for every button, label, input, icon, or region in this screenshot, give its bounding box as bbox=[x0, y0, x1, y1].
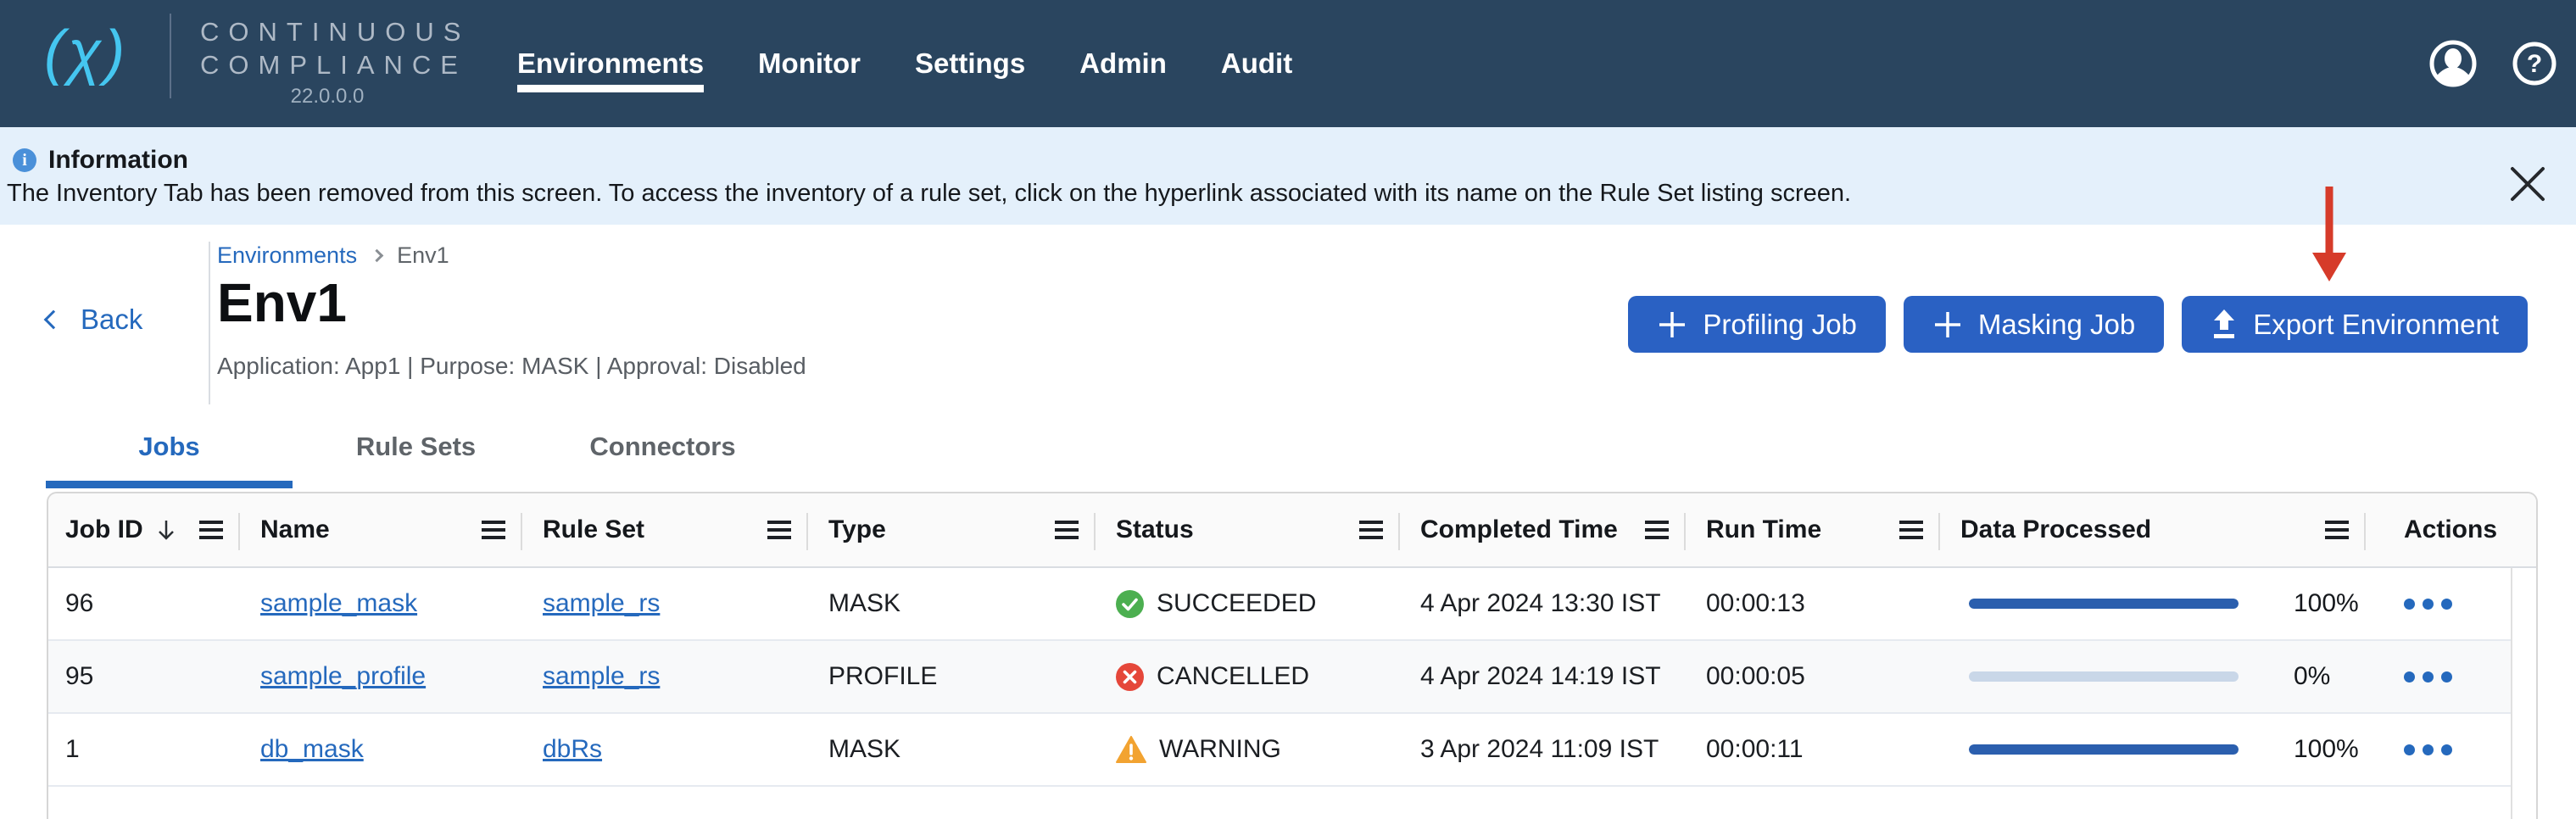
column-menu-icon[interactable] bbox=[2325, 521, 2349, 539]
job-name-link[interactable]: sample_profile bbox=[260, 662, 426, 691]
column-header-completed-time: Completed Time bbox=[1400, 493, 1686, 566]
nav-item-admin[interactable]: Admin bbox=[1079, 47, 1167, 80]
data-processed-bar bbox=[1969, 671, 2239, 682]
svg-text:?: ? bbox=[2527, 50, 2542, 78]
table-scrollbar[interactable] bbox=[2511, 568, 2536, 819]
job-type-cell: MASK bbox=[808, 735, 1096, 764]
banner-message: The Inventory Tab has been removed from … bbox=[7, 180, 1851, 208]
job-name-link[interactable]: sample_mask bbox=[260, 589, 417, 618]
status-warning-icon bbox=[1116, 736, 1146, 764]
user-icon[interactable] bbox=[2428, 39, 2478, 88]
information-banner: i Information The Inventory Tab has been… bbox=[0, 127, 2576, 225]
completed-time-cell: 4 Apr 2024 14:19 IST bbox=[1400, 662, 1686, 691]
page-subtitle: Application: App1 | Purpose: MASK | Appr… bbox=[217, 353, 806, 380]
rule-set-link[interactable]: dbRs bbox=[543, 735, 602, 764]
upload-icon bbox=[2211, 309, 2238, 340]
data-processed-bar bbox=[1969, 744, 2239, 755]
back-label: Back bbox=[81, 304, 142, 336]
main-nav: Environments Monitor Settings Admin Audi… bbox=[517, 0, 1292, 127]
table-header-row: Job ID Name Rule Set Type Status Co bbox=[48, 493, 2536, 568]
breadcrumb-current: Env1 bbox=[397, 242, 449, 269]
job-id-cell: 96 bbox=[48, 589, 240, 618]
tab-rule-sets[interactable]: Rule Sets bbox=[293, 420, 539, 488]
column-header-job-id: Job ID bbox=[48, 493, 240, 566]
app-version: 22.0.0.0 bbox=[200, 85, 454, 109]
status-label: CANCELLED bbox=[1157, 662, 1309, 691]
completed-time-cell: 4 Apr 2024 13:30 IST bbox=[1400, 589, 1686, 618]
banner-title: Information bbox=[48, 146, 188, 175]
column-menu-icon[interactable] bbox=[1645, 521, 1669, 539]
plus-icon bbox=[1657, 309, 1687, 340]
tab-connectors[interactable]: Connectors bbox=[539, 420, 786, 488]
app-logo: (χ) bbox=[44, 22, 128, 83]
rule-set-link[interactable]: sample_rs bbox=[543, 662, 660, 691]
row-actions-menu-icon[interactable] bbox=[2404, 599, 2452, 610]
export-environment-button[interactable]: Export Environment bbox=[2182, 296, 2528, 353]
table-row-job-95: 95 sample_profile sample_rs PROFILE CANC… bbox=[48, 641, 2511, 714]
job-name-link[interactable]: db_mask bbox=[260, 735, 364, 764]
job-id-cell: 95 bbox=[48, 662, 240, 691]
data-processed-percent: 100% bbox=[2294, 589, 2359, 618]
column-menu-icon[interactable] bbox=[767, 521, 791, 539]
status-succeeded-icon bbox=[1116, 590, 1144, 618]
chevron-right-icon bbox=[371, 249, 384, 263]
chevron-left-icon bbox=[44, 310, 64, 330]
completed-time-cell: 3 Apr 2024 11:09 IST bbox=[1400, 735, 1686, 764]
breadcrumb: Environments Env1 bbox=[217, 242, 449, 269]
row-actions-menu-icon[interactable] bbox=[2404, 744, 2452, 755]
run-time-cell: 00:00:05 bbox=[1686, 662, 1940, 691]
column-header-rule-set: Rule Set bbox=[522, 493, 808, 566]
status-label: WARNING bbox=[1159, 735, 1281, 764]
plus-icon bbox=[1932, 309, 1963, 340]
column-header-actions: Actions bbox=[2366, 493, 2536, 566]
help-icon[interactable]: ? bbox=[2512, 41, 2557, 86]
masking-job-button[interactable]: Masking Job bbox=[1904, 296, 2164, 353]
job-type-cell: PROFILE bbox=[808, 662, 1096, 691]
status-label: SUCCEEDED bbox=[1157, 589, 1316, 618]
table-row-job-1: 1 db_mask dbRs MASK WARNING 3 Apr 2024 1… bbox=[48, 714, 2511, 787]
profiling-job-button[interactable]: Profiling Job bbox=[1628, 296, 1886, 353]
column-menu-icon[interactable] bbox=[482, 521, 505, 539]
breadcrumb-environments-link[interactable]: Environments bbox=[217, 242, 357, 269]
top-navbar: (χ) CONTINUOUS COMPLIANCE 22.0.0.0 Envir… bbox=[0, 0, 2576, 127]
status-cancelled-icon bbox=[1116, 663, 1144, 691]
sort-descending-icon[interactable] bbox=[157, 518, 176, 542]
data-processed-percent: 100% bbox=[2294, 735, 2359, 764]
job-id-cell: 1 bbox=[48, 735, 240, 764]
app-wordmark: CONTINUOUS COMPLIANCE bbox=[200, 15, 470, 81]
run-time-cell: 00:00:11 bbox=[1686, 735, 1940, 764]
column-header-name: Name bbox=[240, 493, 522, 566]
close-icon[interactable] bbox=[2508, 164, 2547, 203]
nav-item-environments[interactable]: Environments bbox=[517, 47, 704, 80]
back-button[interactable]: Back bbox=[47, 304, 142, 336]
column-header-data-processed: Data Processed bbox=[1940, 493, 2366, 566]
jobs-table: Job ID Name Rule Set Type Status Co bbox=[47, 492, 2538, 819]
nav-item-monitor[interactable]: Monitor bbox=[758, 47, 861, 80]
column-menu-icon[interactable] bbox=[1359, 521, 1383, 539]
column-header-type: Type bbox=[808, 493, 1096, 566]
column-menu-icon[interactable] bbox=[1055, 521, 1079, 539]
column-menu-icon[interactable] bbox=[199, 521, 223, 539]
info-icon: i bbox=[13, 148, 36, 172]
job-type-cell: MASK bbox=[808, 589, 1096, 618]
table-row-job-96: 96 sample_mask sample_rs MASK SUCCEEDED … bbox=[48, 568, 2511, 641]
data-processed-bar bbox=[1969, 599, 2239, 609]
logo-divider bbox=[170, 14, 171, 98]
nav-item-audit[interactable]: Audit bbox=[1221, 47, 1292, 80]
nav-item-settings[interactable]: Settings bbox=[915, 47, 1025, 80]
column-header-status: Status bbox=[1096, 493, 1400, 566]
title-divider bbox=[209, 242, 210, 404]
data-processed-percent: 0% bbox=[2294, 662, 2330, 691]
tab-jobs[interactable]: Jobs bbox=[46, 420, 293, 488]
rule-set-link[interactable]: sample_rs bbox=[543, 589, 660, 618]
column-header-run-time: Run Time bbox=[1686, 493, 1940, 566]
page-title: Env1 bbox=[217, 271, 347, 334]
column-menu-icon[interactable] bbox=[1899, 521, 1923, 539]
run-time-cell: 00:00:13 bbox=[1686, 589, 1940, 618]
env-tabs: Jobs Rule Sets Connectors bbox=[46, 420, 786, 488]
row-actions-menu-icon[interactable] bbox=[2404, 671, 2452, 682]
